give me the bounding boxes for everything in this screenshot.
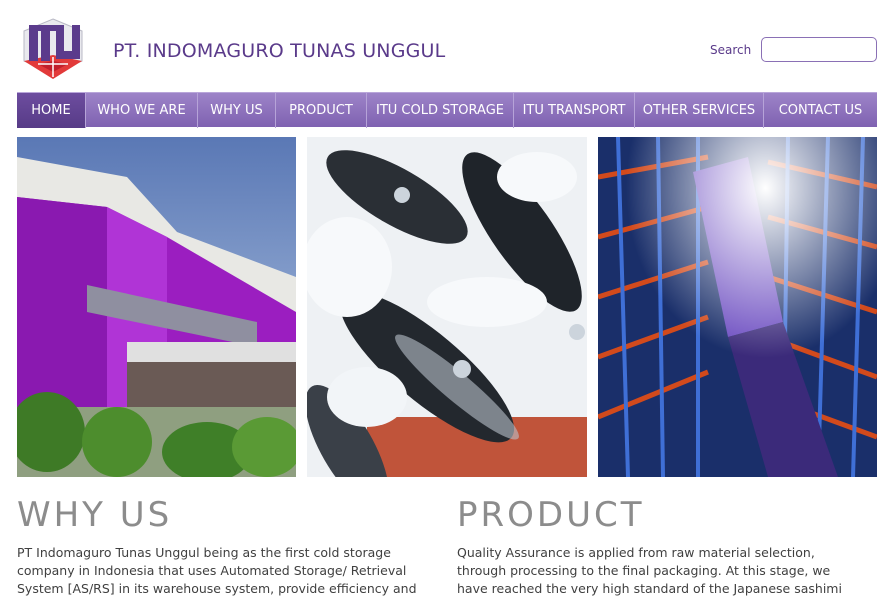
search-input[interactable]: [761, 37, 877, 62]
main-nav: HOME WHO WE ARE WHY US PRODUCT ITU COLD …: [17, 92, 877, 128]
tuna-photo[interactable]: [307, 137, 587, 477]
nav-item-product[interactable]: PRODUCT: [276, 93, 367, 128]
nav-item-who-we-are[interactable]: WHO WE ARE: [86, 93, 198, 128]
search-label: Search: [710, 43, 752, 57]
product-text: Quality Assurance is applied from raw ma…: [457, 545, 842, 600]
site-header: PT. INDOMAGURO TUNAS UNGGUL Search: [0, 0, 895, 92]
nav-item-contact-us[interactable]: CONTACT US: [764, 93, 877, 128]
building-photo[interactable]: [17, 137, 296, 477]
asrs-photo[interactable]: [598, 137, 877, 477]
company-name: PT. INDOMAGURO TUNAS UNGGUL: [113, 40, 446, 62]
itu-logo-icon[interactable]: [20, 17, 86, 81]
nav-item-itu-transport[interactable]: ITU TRANSPORT: [514, 93, 635, 128]
nav-item-itu-cold-storage[interactable]: ITU COLD STORAGE: [367, 93, 514, 128]
nav-item-home[interactable]: HOME: [17, 93, 86, 128]
nav-item-other-services[interactable]: OTHER SERVICES: [635, 93, 764, 128]
why-us-heading: WHY US: [17, 495, 173, 535]
nav-item-why-us[interactable]: WHY US: [198, 93, 276, 128]
why-us-text: PT Indomaguro Tunas Unggul being as the …: [17, 545, 417, 596]
product-heading: PRODUCT: [457, 495, 645, 535]
